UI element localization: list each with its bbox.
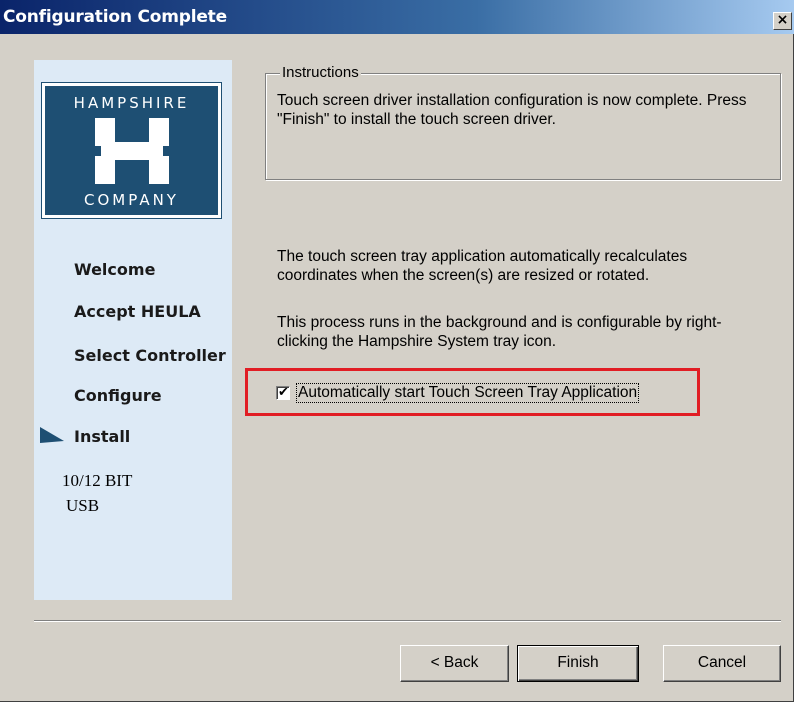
nav-step-select-controller: Select Controller [74, 346, 226, 365]
nav-step-welcome: Welcome [74, 260, 156, 279]
installer-window: Configuration Complete × HAMPSHIRE COMPA… [0, 0, 794, 702]
close-icon: × [776, 12, 789, 28]
instructions-text: Touch screen driver installation configu… [277, 92, 747, 128]
checkmark-icon: ✔ [278, 385, 289, 400]
tray-app-description: The touch screen tray application automa… [277, 248, 688, 284]
current-step-arrow-icon [40, 427, 64, 449]
logo-bottom-text: COMPANY [84, 191, 179, 209]
close-button[interactable]: × [773, 12, 792, 30]
logo-h-mark-icon [95, 118, 169, 184]
background-process-description: This process runs in the background and … [277, 314, 722, 350]
cancel-button[interactable]: Cancel [663, 645, 781, 682]
instructions-legend: Instructions [280, 64, 361, 81]
controller-bits-label: 10/12 BIT [62, 471, 133, 490]
window-title: Configuration Complete [3, 7, 227, 27]
autostart-checkbox[interactable]: ✔ [276, 385, 290, 400]
logo-top-text: HAMPSHIRE [73, 94, 190, 112]
wizard-sidebar: HAMPSHIRE COMPANY Welcome Accept HEULA S… [34, 60, 232, 600]
nav-step-install: Install [74, 427, 131, 446]
autostart-checkbox-label[interactable]: Automatically start Touch Screen Tray Ap… [296, 383, 640, 403]
back-button[interactable]: < Back [400, 645, 509, 682]
controller-interface-label: USB [66, 496, 100, 515]
company-logo: HAMPSHIRE COMPANY [41, 82, 222, 219]
footer-separator [34, 620, 781, 622]
title-bar[interactable]: Configuration Complete × [0, 0, 794, 34]
nav-step-configure: Configure [74, 386, 162, 405]
nav-step-accept-heula: Accept HEULA [74, 302, 201, 321]
finish-button[interactable]: Finish [517, 645, 639, 682]
